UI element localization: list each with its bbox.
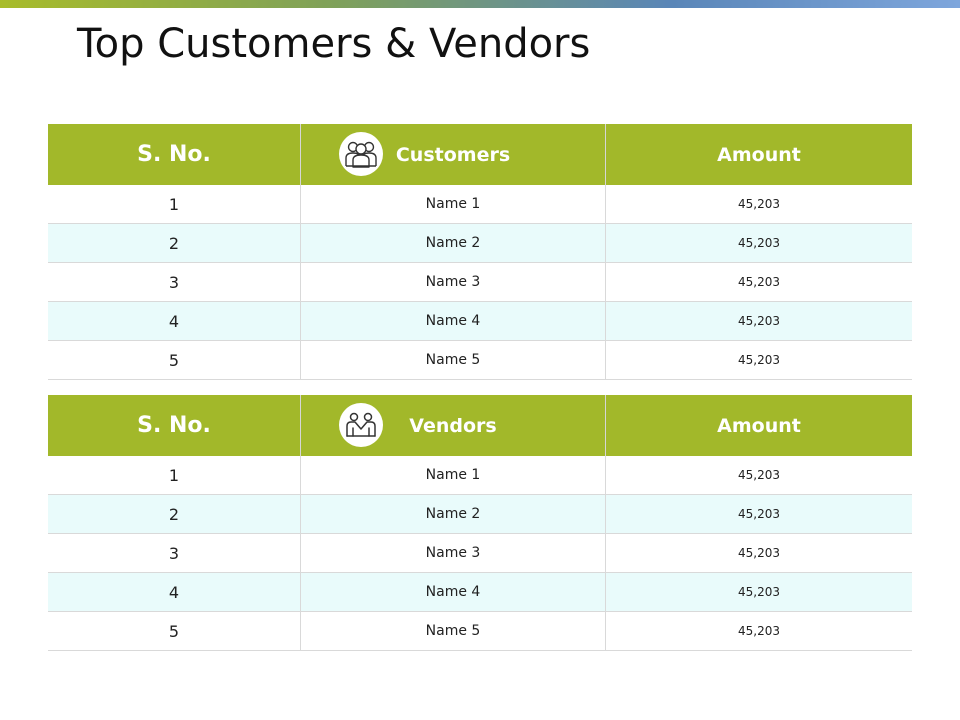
customers-name-header: Customers	[301, 124, 606, 185]
table-row: 4 Name 4 45,203	[48, 302, 912, 341]
name-cell: Name 1	[301, 185, 606, 223]
amount-cell: 45,203	[738, 197, 780, 211]
customers-header-row: S. No. Customers Amount	[48, 124, 912, 185]
people-group-icon	[339, 132, 383, 176]
vendors-header-row: S. No. Vendors Amount	[48, 395, 912, 456]
name-cell: Name 2	[301, 495, 606, 533]
table-row: 4 Name 4 45,203	[48, 573, 912, 612]
top-accent-bar	[0, 0, 960, 8]
table-row: 5 Name 5 45,203	[48, 612, 912, 651]
amount-cell: 45,203	[738, 507, 780, 521]
amount-cell: 45,203	[738, 468, 780, 482]
amount-cell: 45,203	[738, 353, 780, 367]
page-title: Top Customers & Vendors	[77, 21, 591, 67]
table-row: 5 Name 5 45,203	[48, 341, 912, 380]
amount-cell: 45,203	[738, 314, 780, 328]
sno-cell: 5	[48, 612, 301, 650]
vendors-sno-header: S. No.	[48, 395, 301, 456]
slide: Top Customers & Vendors S. No. Customers…	[0, 0, 960, 720]
customers-name-header-label: Customers	[395, 143, 511, 166]
handshake-icon	[339, 403, 383, 447]
table-row: 2 Name 2 45,203	[48, 495, 912, 534]
customers-table: S. No. Customers Amount 1 Name 1 45,203 …	[48, 124, 912, 380]
sno-cell: 5	[48, 341, 301, 379]
name-cell: Name 3	[301, 534, 606, 572]
sno-cell: 3	[48, 263, 301, 301]
sno-cell: 2	[48, 224, 301, 262]
sno-cell: 2	[48, 495, 301, 533]
amount-cell: 45,203	[738, 275, 780, 289]
name-cell: Name 1	[301, 456, 606, 494]
vendors-table: S. No. Vendors Amount 1 Name 1 45,203 2 …	[48, 395, 912, 651]
table-row: 3 Name 3 45,203	[48, 534, 912, 573]
customers-sno-header: S. No.	[48, 124, 301, 185]
name-cell: Name 2	[301, 224, 606, 262]
table-row: 1 Name 1 45,203	[48, 185, 912, 224]
name-cell: Name 4	[301, 573, 606, 611]
table-row: 2 Name 2 45,203	[48, 224, 912, 263]
vendors-name-header: Vendors	[301, 395, 606, 456]
sno-cell: 4	[48, 573, 301, 611]
name-cell: Name 3	[301, 263, 606, 301]
sno-cell: 1	[48, 456, 301, 494]
sno-cell: 3	[48, 534, 301, 572]
name-cell: Name 5	[301, 341, 606, 379]
table-row: 1 Name 1 45,203	[48, 456, 912, 495]
customers-amount-header: Amount	[606, 124, 912, 185]
table-row: 3 Name 3 45,203	[48, 263, 912, 302]
vendors-amount-header: Amount	[606, 395, 912, 456]
name-cell: Name 5	[301, 612, 606, 650]
amount-cell: 45,203	[738, 624, 780, 638]
name-cell: Name 4	[301, 302, 606, 340]
sno-cell: 1	[48, 185, 301, 223]
amount-cell: 45,203	[738, 585, 780, 599]
vendors-name-header-label: Vendors	[409, 414, 497, 437]
amount-cell: 45,203	[738, 236, 780, 250]
amount-cell: 45,203	[738, 546, 780, 560]
sno-cell: 4	[48, 302, 301, 340]
